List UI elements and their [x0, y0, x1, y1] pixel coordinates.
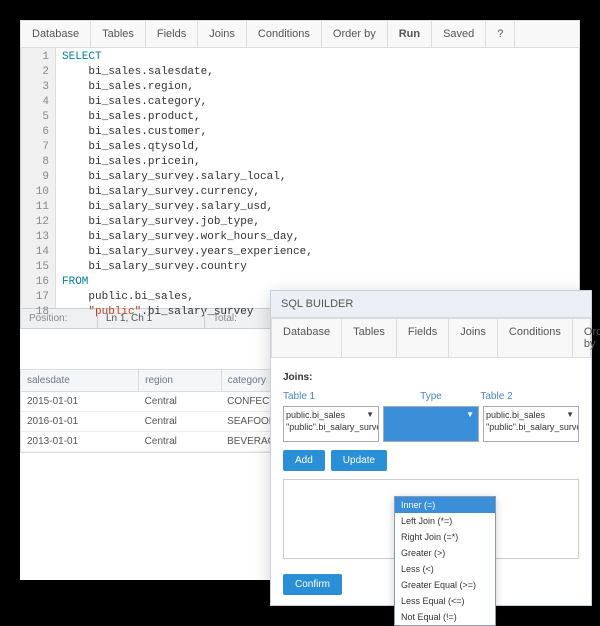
tab-joins[interactable]: Joins — [198, 21, 247, 47]
col-table1: Table 1 — [283, 389, 382, 404]
add-button[interactable]: Add — [283, 450, 325, 471]
dropdown-option[interactable]: Greater Equal (>=) — [395, 577, 495, 593]
dropdown-option[interactable]: Greater (>) — [395, 545, 495, 561]
join-type-dropdown[interactable]: Inner (=)Left Join (*=)Right Join (=*)Gr… — [394, 496, 496, 626]
tab-run[interactable]: Run — [388, 21, 432, 47]
confirm-button[interactable]: Confirm — [283, 574, 342, 595]
update-button[interactable]: Update — [331, 450, 387, 471]
dropdown-option[interactable]: Inner (=) — [395, 497, 495, 513]
main-tabs: Database Tables Fields Joins Conditions … — [20, 20, 580, 48]
table2-select[interactable]: public.bi_sales"public".bi_salary_survey… — [483, 406, 579, 442]
position-value: Ln 1, Ch 1 — [98, 309, 205, 328]
popup-tab-tables[interactable]: Tables — [342, 319, 397, 357]
table1-select[interactable]: public.bi_sales"public".bi_salary_survey… — [283, 406, 379, 442]
dropdown-option[interactable]: Right Join (=*) — [395, 529, 495, 545]
popup-tab-joins[interactable]: Joins — [449, 319, 498, 357]
tab-fields[interactable]: Fields — [146, 21, 198, 47]
chevron-down-icon: ▼ — [466, 409, 474, 421]
col-header[interactable]: region — [139, 370, 221, 392]
tab-tables[interactable]: Tables — [91, 21, 146, 47]
popup-tab-conditions[interactable]: Conditions — [498, 319, 573, 357]
sql-builder-popup: SQL BUILDER Database Tables Fields Joins… — [270, 290, 592, 606]
sql-code[interactable]: SELECT bi_sales.salesdate, bi_sales.regi… — [56, 48, 579, 308]
col-header[interactable]: salesdate — [21, 370, 139, 392]
chevron-down-icon: ▼ — [566, 409, 574, 421]
tab-orderby[interactable]: Order by — [322, 21, 388, 47]
popup-tabs: Database Tables Fields Joins Conditions … — [271, 318, 591, 358]
tab-help[interactable]: ? — [486, 21, 515, 47]
tab-conditions[interactable]: Conditions — [247, 21, 322, 47]
popup-tab-database[interactable]: Database — [272, 319, 342, 357]
dropdown-option[interactable]: Less (<) — [395, 561, 495, 577]
type-select[interactable]: ▼ — [383, 406, 479, 442]
tab-database[interactable]: Database — [21, 21, 91, 47]
joins-label: Joins: — [283, 372, 579, 383]
position-label: Position: — [29, 313, 67, 324]
popup-tab-fields[interactable]: Fields — [397, 319, 449, 357]
col-table2: Table 2 — [480, 389, 579, 404]
dropdown-option[interactable]: Left Join (*=) — [395, 513, 495, 529]
chevron-down-icon: ▼ — [366, 409, 374, 421]
tab-saved[interactable]: Saved — [432, 21, 486, 47]
total-label: Total: — [213, 313, 237, 324]
line-gutter: 123456789101112131415161718 — [21, 48, 56, 308]
dropdown-option[interactable]: Not Equal (!=) — [395, 609, 495, 625]
dropdown-option[interactable]: Less Equal (<=) — [395, 593, 495, 609]
col-type: Type — [382, 389, 481, 404]
popup-tab-orderby[interactable]: Order by — [573, 319, 600, 357]
popup-title: SQL BUILDER — [271, 291, 591, 318]
sql-editor[interactable]: 123456789101112131415161718 SELECT bi_sa… — [20, 48, 580, 309]
